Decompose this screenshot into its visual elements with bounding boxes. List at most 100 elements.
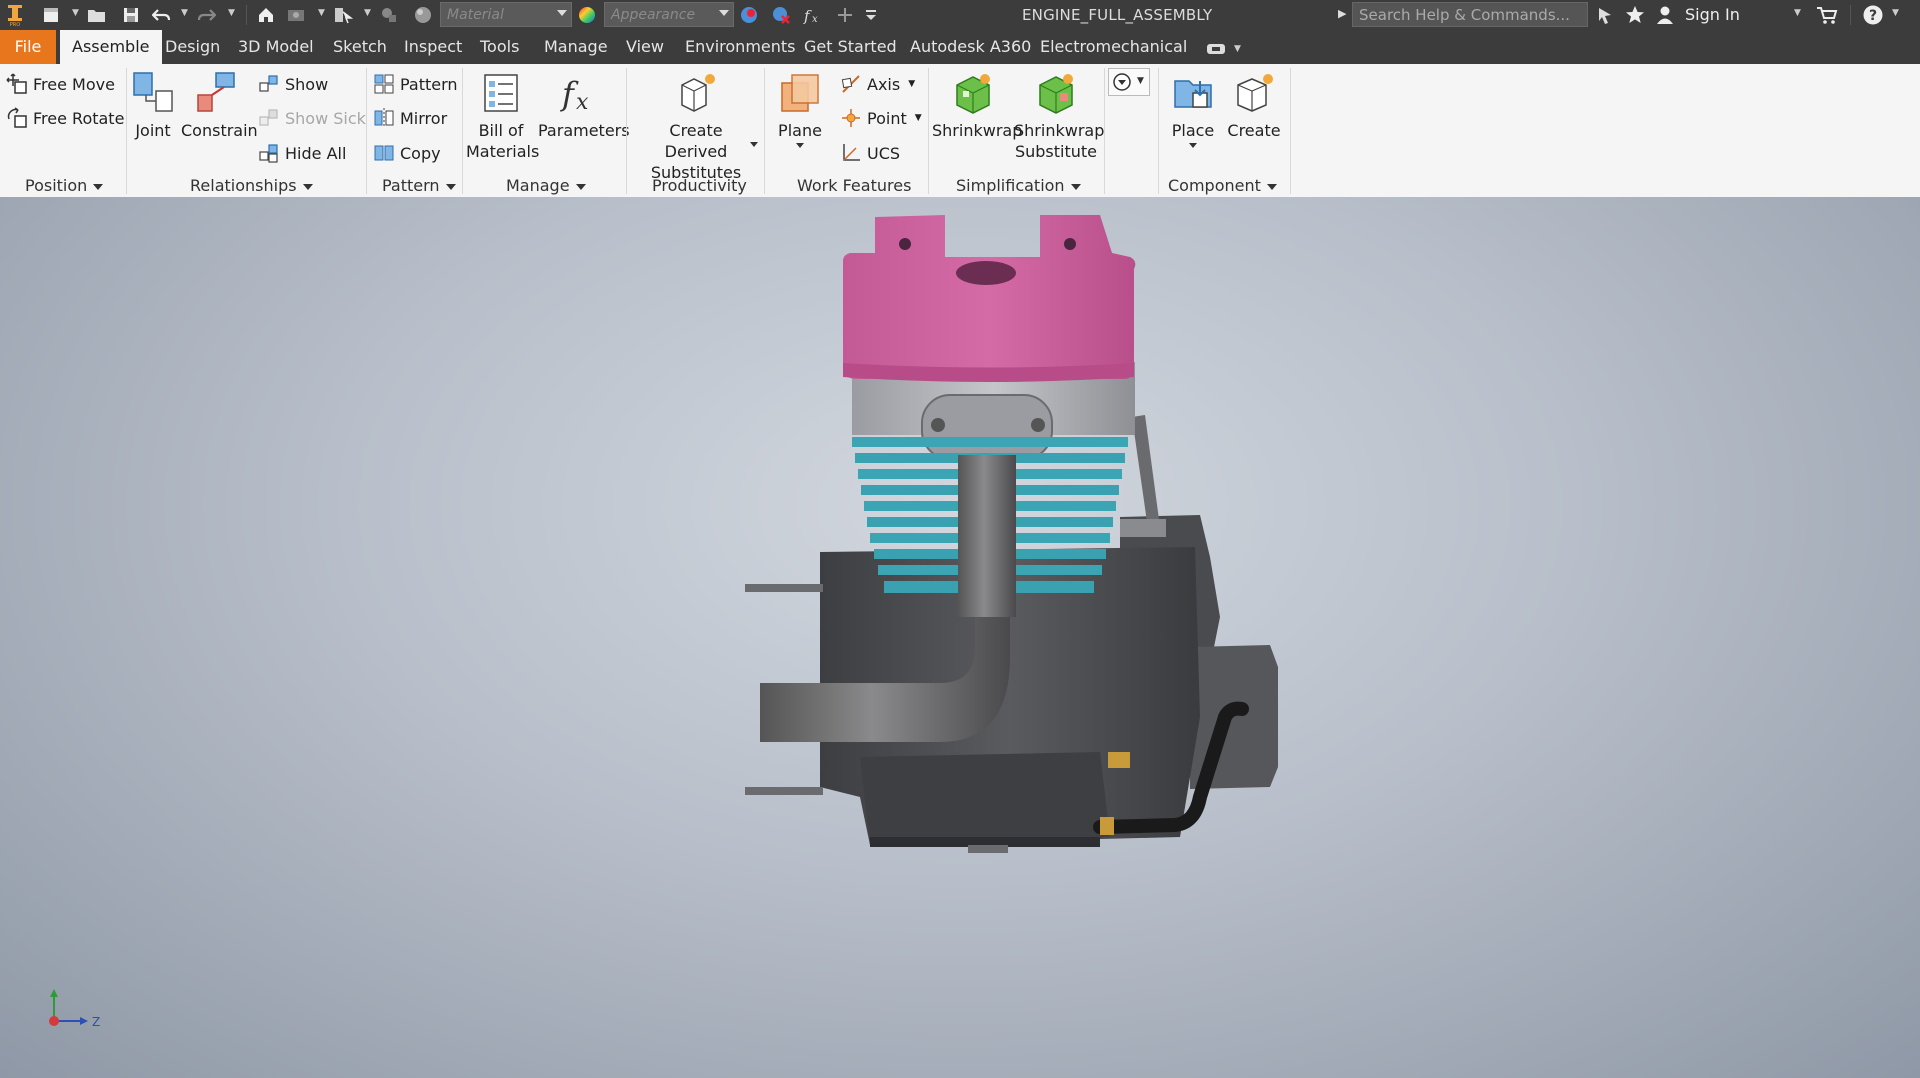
undo-dropdown-icon[interactable]: ▼	[181, 8, 188, 18]
search-expand-icon[interactable]: ▶	[1338, 7, 1346, 20]
free-rotate-button[interactable]: Free Rotate	[6, 105, 124, 131]
brass-fitting	[1108, 752, 1130, 768]
update-dropdown-icon[interactable]: ▼	[318, 8, 325, 18]
tab-get-started[interactable]: Get Started	[792, 30, 909, 64]
hide-all-icon	[258, 142, 280, 164]
component-panel-title[interactable]: Component	[1168, 176, 1277, 195]
tab-autodesk-a360[interactable]: Autodesk A360	[898, 30, 1043, 64]
redo-dropdown-icon[interactable]: ▼	[228, 8, 235, 18]
cart-icon[interactable]	[1816, 4, 1838, 26]
flange-bolt-left	[931, 418, 945, 432]
select-dropdown-icon[interactable]: ▼	[364, 8, 371, 18]
mirror-button[interactable]: Mirror	[373, 105, 447, 131]
user-icon[interactable]	[1654, 4, 1676, 26]
tab-design[interactable]: Design	[153, 30, 232, 64]
update-icon[interactable]	[286, 4, 308, 26]
adjust-appearance-icon[interactable]	[738, 4, 760, 26]
help-icon[interactable]: ?	[1862, 4, 1884, 26]
manage-panel-dropdown-icon	[575, 183, 586, 190]
ucs-label: UCS	[867, 143, 901, 163]
tab-manage[interactable]: Manage	[532, 30, 620, 64]
tab-file[interactable]: File	[0, 30, 56, 64]
new-file-icon[interactable]	[40, 4, 62, 26]
sign-in-arrow-icon[interactable]	[1594, 4, 1616, 26]
formula-icon[interactable]: fx	[802, 4, 824, 26]
document-title: ENGINE_FULL_ASSEMBLY	[1022, 6, 1213, 24]
point-button[interactable]: Point ▼	[840, 105, 922, 131]
ucs-button[interactable]: UCS	[840, 140, 900, 166]
new-dropdown-icon[interactable]: ▼	[72, 8, 79, 18]
tab-environments[interactable]: Environments	[673, 30, 808, 64]
help-dropdown-icon[interactable]: ▼	[1892, 8, 1899, 18]
customize-toolbar-icon[interactable]	[860, 4, 882, 26]
mirror-icon	[373, 107, 395, 129]
tab-assemble[interactable]: Assemble	[60, 30, 162, 64]
search-placeholder: Search Help & Commands...	[1359, 6, 1570, 24]
app-logo-icon[interactable]: PRO	[4, 4, 26, 27]
parameters-button[interactable]: fx Parameters	[538, 70, 630, 141]
pattern-panel-title[interactable]: Pattern	[382, 176, 456, 195]
position-panel-title[interactable]: Position	[25, 176, 104, 195]
bom-label-line2: Materials	[466, 142, 540, 161]
place-button[interactable]: Place	[1164, 70, 1222, 148]
manage-panel-title[interactable]: Manage	[506, 176, 586, 195]
pushrod-tube	[1132, 415, 1160, 529]
save-icon[interactable]	[120, 4, 142, 26]
joint-button[interactable]: Joint	[132, 70, 174, 141]
create-derived-substitutes-button[interactable]: Create Derived Substitutes	[636, 70, 756, 183]
plane-button[interactable]: Plane	[774, 70, 826, 148]
shrinkwrap-button[interactable]: Shrinkwrap	[932, 70, 1022, 141]
options-circle-icon	[1113, 73, 1131, 91]
free-move-button[interactable]: Free Move	[6, 71, 115, 97]
appearance-combo[interactable]: Appearance	[604, 2, 734, 27]
bom-label-line1: Bill of	[478, 121, 524, 140]
sign-in-link[interactable]: Sign In	[1685, 5, 1740, 24]
constrain-button[interactable]: Constrain	[181, 70, 258, 141]
graphics-viewport[interactable]: Z	[0, 197, 1920, 1078]
head-bolt-left	[899, 238, 911, 250]
hose-fitting	[1100, 817, 1114, 835]
show-icon	[258, 73, 280, 95]
favorites-star-icon[interactable]	[1624, 4, 1646, 26]
add-icon[interactable]	[834, 4, 856, 26]
redo-icon[interactable]	[196, 4, 218, 26]
tab-tools[interactable]: Tools	[468, 30, 531, 64]
relationships-panel-title[interactable]: Relationships	[190, 176, 313, 195]
tab-electromechanical[interactable]: Electromechanical	[1028, 30, 1199, 64]
show-sick-button[interactable]: Show Sick	[258, 105, 366, 131]
material-combo[interactable]: Material	[440, 2, 572, 27]
tab-sketch[interactable]: Sketch	[321, 30, 399, 64]
bill-of-materials-button[interactable]: Bill of Materials	[466, 70, 540, 162]
ribbon-display-toggle-icon[interactable]	[1206, 38, 1228, 60]
tab-3d-model[interactable]: 3D Model	[226, 30, 326, 64]
engine-assembly-model[interactable]	[0, 197, 1920, 1078]
select-tool-icon[interactable]	[332, 4, 354, 26]
clear-appearance-icon[interactable]	[770, 4, 792, 26]
home-icon[interactable]	[255, 4, 277, 26]
panel-options-dropdown[interactable]: ▼	[1108, 68, 1150, 96]
tab-view[interactable]: View	[614, 30, 676, 64]
hide-all-button[interactable]: Hide All	[258, 140, 346, 166]
sign-in-dropdown-icon[interactable]: ▼	[1794, 8, 1801, 18]
show-button[interactable]: Show	[258, 71, 328, 97]
create-component-button[interactable]: Create	[1226, 70, 1282, 141]
copy-button[interactable]: Copy	[373, 140, 441, 166]
z-axis-label: Z	[92, 1015, 100, 1029]
ribbon-display-dropdown-icon[interactable]: ▼	[1234, 44, 1241, 54]
panel-divider	[928, 68, 929, 194]
flange-bolt-right	[1031, 418, 1045, 432]
pattern-button[interactable]: Pattern	[373, 71, 458, 97]
undo-icon[interactable]	[150, 4, 172, 26]
derived-dropdown-icon[interactable]	[750, 142, 758, 147]
search-input[interactable]: Search Help & Commands...	[1352, 2, 1588, 27]
adjust-icon[interactable]	[378, 4, 400, 26]
axis-label: Axis	[867, 74, 901, 94]
appearance-sphere-icon[interactable]	[576, 4, 598, 26]
shrinkwrap-substitute-button[interactable]: Shrinkwrap Substitute	[1014, 70, 1104, 162]
simplification-panel-title[interactable]: Simplification	[956, 176, 1081, 195]
axis-button[interactable]: Axis ▼	[840, 71, 915, 97]
material-sphere-icon[interactable]	[412, 4, 434, 26]
panel-divider	[626, 68, 627, 194]
open-folder-icon[interactable]	[86, 4, 108, 26]
tab-inspect[interactable]: Inspect	[392, 30, 474, 64]
